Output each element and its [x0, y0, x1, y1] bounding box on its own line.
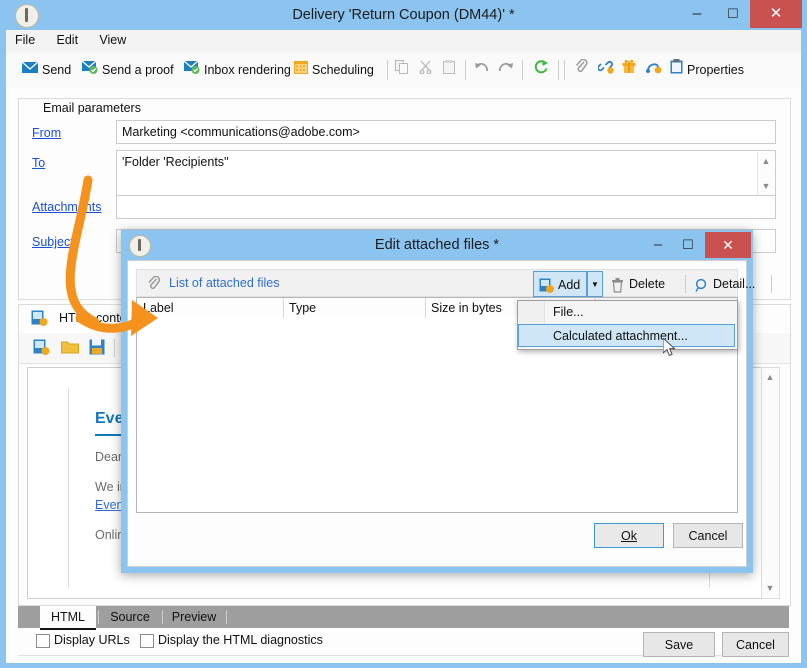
chevron-up-icon[interactable]: ▲ — [758, 154, 774, 169]
toolbar-properties-button[interactable]: Properties — [670, 57, 744, 84]
attached-files-toolbar: List of attached files Add ▼ Delete Deta… — [136, 269, 772, 297]
chevron-down-icon[interactable]: ▼ — [758, 179, 774, 194]
toolbar-cut-button[interactable] — [419, 57, 437, 84]
main-window-titlebar: Delivery 'Return Coupon (DM44)' * – ☐ ✕ — [5, 0, 802, 30]
chevron-down-icon[interactable]: ▼ — [762, 581, 778, 596]
gift-icon — [622, 57, 636, 84]
main-cancel-button[interactable]: Cancel — [722, 632, 789, 657]
toolbar-attachment-button[interactable] — [574, 57, 592, 84]
tab-source[interactable]: Source — [100, 606, 160, 628]
screen: Delivery 'Return Coupon (DM44)' * – ☐ ✕ … — [0, 0, 807, 668]
attachments-link[interactable]: Attachments — [32, 200, 101, 214]
menu-edit[interactable]: Edit — [48, 30, 88, 50]
chevron-up-icon[interactable]: ▲ — [762, 370, 778, 385]
undo-icon — [474, 57, 490, 84]
inbox-rendering-icon — [183, 57, 200, 84]
to-field-value: 'Folder 'Recipients'' — [122, 155, 229, 169]
toolbar-copy-button[interactable] — [395, 57, 413, 84]
copy-icon — [395, 57, 409, 84]
view-tabs: HTML Source Preview — [18, 606, 789, 630]
toolbar-paste-button[interactable] — [443, 57, 460, 84]
to-field[interactable]: 'Folder 'Recipients'' ▲ ▼ — [116, 150, 776, 198]
menubar: File Edit View — [6, 30, 801, 54]
menu-view[interactable]: View — [90, 30, 135, 50]
paperclip-icon — [146, 275, 161, 294]
dialog-close-button[interactable]: ✕ — [705, 232, 751, 258]
minimize-button[interactable]: – — [680, 0, 714, 28]
column-header-type[interactable]: Type — [289, 301, 316, 315]
maximize-button[interactable]: ☐ — [716, 0, 750, 28]
tab-preview[interactable]: Preview — [164, 606, 224, 628]
to-field-scrollbar[interactable]: ▲ ▼ — [757, 152, 774, 196]
html-content-icon — [31, 310, 48, 330]
new-icon[interactable] — [33, 339, 50, 359]
refresh-icon — [533, 57, 549, 84]
link-icon — [597, 57, 614, 84]
display-urls-checkbox[interactable] — [36, 634, 50, 648]
toolbar-undo-button[interactable] — [474, 57, 494, 84]
to-link[interactable]: To — [32, 156, 45, 170]
add-dropdown-menu: File... Calculated attachment... — [517, 300, 738, 350]
send-envelope-icon — [21, 57, 39, 84]
open-folder-icon[interactable] — [61, 340, 79, 358]
calendar-icon — [294, 57, 308, 84]
menu-item-file[interactable]: File... — [518, 301, 735, 324]
menu-file[interactable]: File — [6, 30, 44, 50]
clipboard-icon — [670, 57, 683, 84]
dialog-cancel-button[interactable]: Cancel — [673, 523, 743, 548]
list-of-attached-files-label: List of attached files — [169, 276, 280, 290]
personalization-icon — [646, 57, 662, 84]
column-header-size[interactable]: Size in bytes — [431, 301, 502, 315]
edit-attached-files-dialog: Edit attached files * – ☐ ✕ List of atta… — [121, 230, 772, 573]
email-parameters-label: Email parameters — [39, 101, 145, 115]
dialog-titlebar: Edit attached files * – ☐ ✕ — [121, 230, 753, 260]
toolbar-send-proof-button[interactable]: Send a proof — [81, 57, 174, 84]
column-header-label[interactable]: Label — [143, 301, 174, 315]
send-proof-icon — [81, 57, 98, 84]
add-dropdown-arrow[interactable]: ▼ — [587, 271, 603, 297]
delete-button[interactable]: Delete — [609, 271, 681, 297]
add-button[interactable]: Add — [533, 271, 587, 297]
paste-icon — [443, 57, 456, 84]
display-urls-label: Display URLs — [54, 633, 130, 647]
from-field[interactable]: Marketing <communications@adobe.com> — [116, 120, 776, 144]
toolbar-link-button[interactable] — [597, 57, 618, 84]
toolbar-inbox-rendering-button[interactable]: Inbox rendering — [183, 57, 291, 84]
cut-icon — [419, 57, 433, 84]
toolbar-personalization-button[interactable] — [646, 57, 666, 84]
save-icon[interactable] — [89, 339, 105, 358]
toolbar: Send Send a proof Inbox rendering Schedu… — [6, 53, 801, 89]
close-button[interactable]: ✕ — [750, 0, 802, 28]
display-html-diagnostics-label: Display the HTML diagnostics — [158, 633, 323, 647]
tab-html[interactable]: HTML — [40, 606, 96, 630]
redo-icon — [498, 57, 514, 84]
toolbar-redo-button[interactable] — [498, 57, 518, 84]
toolbar-refresh-button[interactable] — [533, 57, 553, 84]
toolbar-scheduling-button[interactable]: Scheduling — [294, 57, 374, 84]
toolbar-send-button[interactable]: Send — [21, 57, 71, 84]
save-button[interactable]: Save — [643, 632, 715, 657]
dialog-ok-button[interactable]: Ok — [594, 523, 664, 548]
menu-item-calculated-attachment[interactable]: Calculated attachment... — [518, 324, 735, 347]
toolbar-gift-button[interactable] — [622, 57, 640, 84]
display-html-diagnostics-checkbox[interactable] — [140, 634, 154, 648]
attachments-field[interactable] — [116, 195, 776, 219]
mouse-cursor — [663, 338, 676, 357]
subject-link[interactable]: Subject — [32, 235, 74, 249]
html-preview-scrollbar[interactable]: ▲ ▼ — [761, 367, 780, 599]
dialog-minimize-button[interactable]: – — [643, 232, 673, 258]
dialog-maximize-button[interactable]: ☐ — [673, 232, 703, 258]
detail-button[interactable]: Detail... — [693, 271, 767, 297]
paperclip-icon — [574, 57, 588, 84]
from-link[interactable]: From — [32, 126, 61, 140]
